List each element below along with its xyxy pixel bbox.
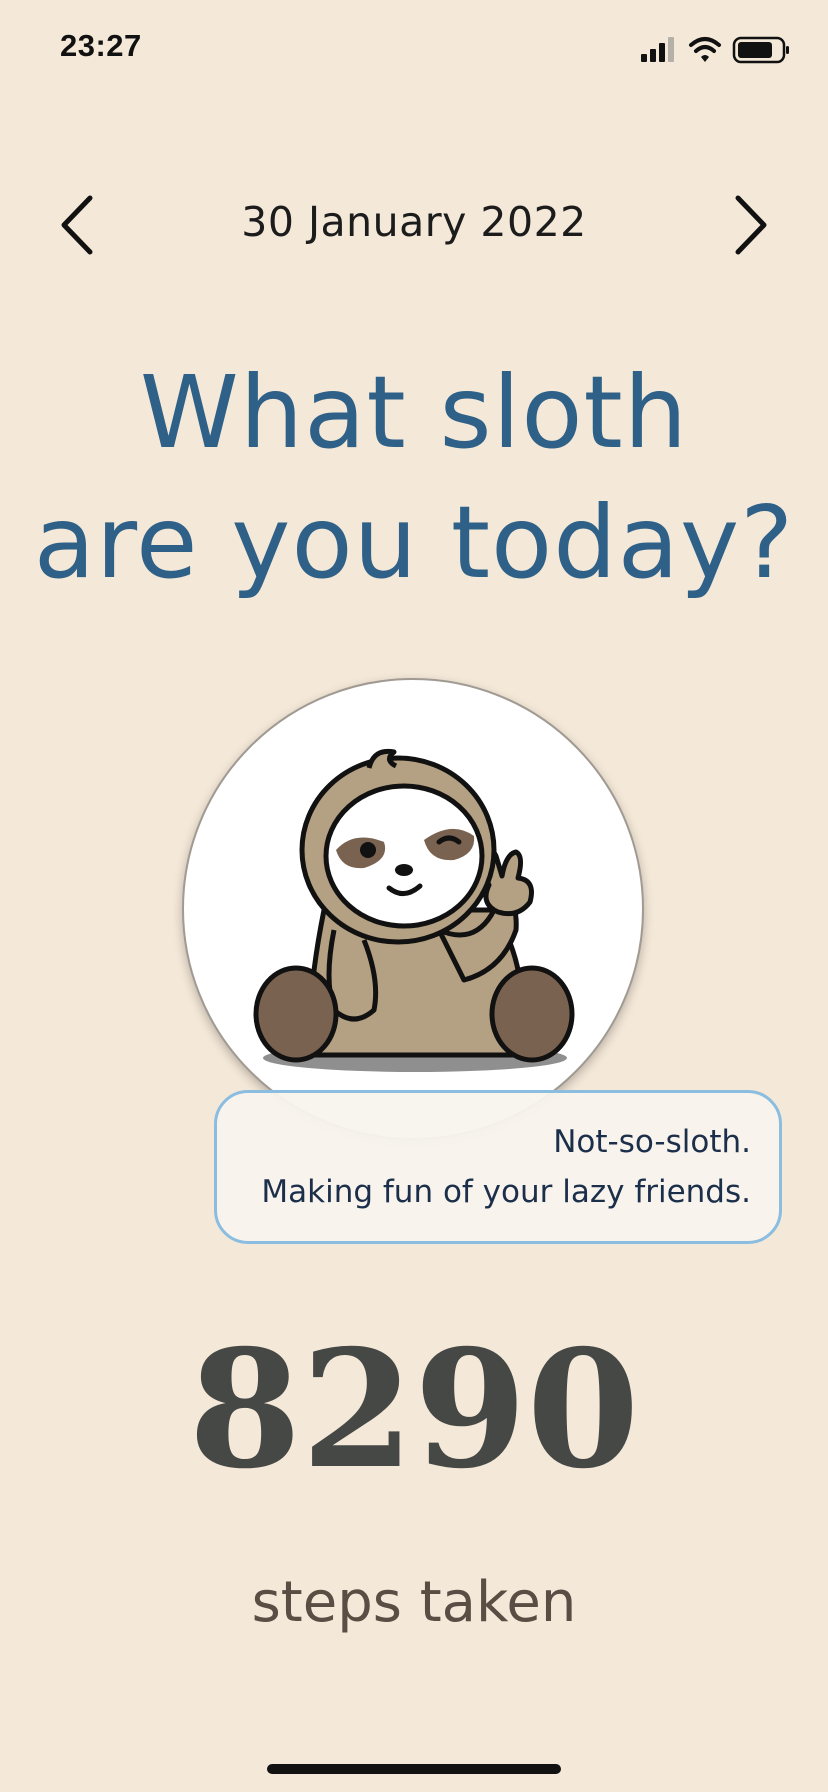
caption-line-1: Not-so-sloth. [553,1124,751,1160]
home-indicator[interactable] [267,1764,561,1774]
battery-icon [732,36,789,64]
caption-line-2: Making fun of your lazy friends. [261,1174,751,1210]
sloth-illustration-icon [253,748,575,1072]
wifi-icon [689,37,721,62]
title-line-2: are you today? [33,484,795,601]
steps-count: 8290 [188,1315,640,1505]
date-navigation: 30 January 2022 [0,180,828,270]
status-bar: 23:27 [0,0,828,100]
title-line-1: What sloth [139,354,689,471]
signal-icon [641,37,674,62]
status-icons [621,36,796,64]
chevron-right-icon [735,195,767,255]
page-title: What sloth are you today? [0,348,828,608]
next-day-button[interactable] [720,192,780,258]
status-time: 23:27 [60,28,142,63]
sloth-caption-bubble: Not-so-sloth. Making fun of your lazy fr… [214,1090,782,1244]
sloth-avatar-circle[interactable] [182,678,644,1140]
current-date: 30 January 2022 [241,198,587,246]
steps-label: steps taken [251,1570,577,1635]
